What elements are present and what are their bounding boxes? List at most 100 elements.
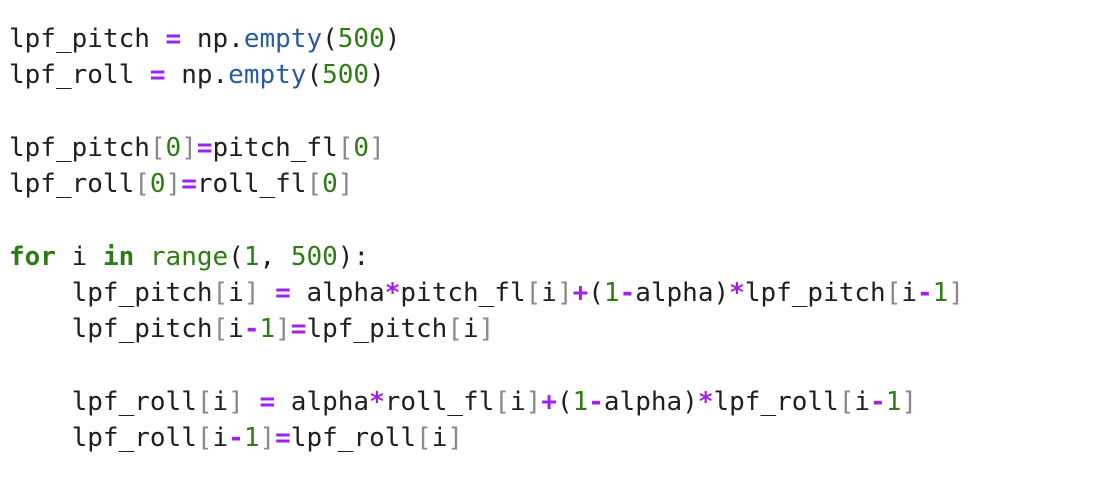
number-literal: 500	[290, 241, 338, 272]
bracket: ]	[337, 169, 354, 200]
operator: =	[181, 169, 197, 200]
operator: -	[228, 423, 244, 454]
identifier: alpha	[635, 278, 714, 309]
punctuation: (	[588, 278, 604, 309]
number-literal: 1	[932, 278, 949, 309]
operator: =	[259, 386, 276, 417]
number-literal: 500	[322, 60, 370, 91]
bracket: [	[525, 278, 542, 309]
operator: -	[243, 314, 260, 345]
identifier: alpha	[290, 386, 370, 417]
operator: -	[619, 278, 636, 309]
code-line: for i in range(1, 500):	[9, 239, 1089, 275]
identifier: lpf_pitch	[71, 278, 213, 309]
code-line: lpf_pitch[0]=pitch_fl[0]	[9, 130, 1089, 166]
punctuation: )	[682, 386, 698, 417]
bracket: [	[134, 169, 150, 200]
number-literal: 0	[149, 169, 166, 200]
identifier: i	[541, 278, 557, 309]
identifier: roll_fl	[196, 169, 307, 200]
punctuation: (	[228, 241, 244, 272]
punctuation: (	[556, 386, 573, 417]
number-literal: 1	[885, 386, 902, 417]
identifier: alpha	[306, 278, 385, 309]
operator: *	[729, 278, 745, 309]
operator: -	[917, 278, 933, 309]
punctuation: ,	[259, 241, 276, 272]
bracket: [	[447, 314, 463, 345]
bracket: [	[196, 386, 213, 417]
identifier: roll_fl	[384, 386, 495, 417]
operator: =	[275, 278, 291, 309]
bracket: [	[838, 386, 855, 417]
bracket: ]	[275, 314, 291, 345]
bracket: ]	[556, 278, 573, 309]
identifier: np	[181, 60, 213, 91]
number-literal: 1	[243, 423, 260, 454]
method-name: empty	[228, 60, 307, 91]
bracket: ]	[165, 169, 182, 200]
identifier: lpf_pitch	[9, 24, 150, 54]
punctuation: .	[228, 24, 244, 54]
identifier: lpf_pitch	[306, 314, 448, 345]
number-literal: 1	[572, 386, 589, 417]
bracket: ]	[181, 132, 197, 163]
number-literal: 0	[353, 132, 370, 163]
operator: *	[384, 278, 401, 309]
identifier: lpf_roll	[71, 386, 197, 417]
punctuation: )	[369, 60, 385, 91]
identifier: lpf_roll	[290, 423, 417, 454]
operator: -	[870, 386, 886, 417]
identifier: i	[901, 278, 918, 309]
number-literal: 0	[322, 169, 338, 200]
bracket: [	[149, 132, 166, 163]
code-editor[interactable]: lpf_pitch = np.empty(500) lpf_roll = np.e…	[9, 21, 1089, 457]
bracket: ]	[525, 386, 542, 417]
bracket: ]	[369, 132, 385, 163]
punctuation: (	[322, 24, 338, 54]
bracket: [	[196, 423, 213, 454]
bracket: [	[306, 169, 323, 200]
operator: *	[369, 386, 385, 417]
code-line: lpf_pitch = np.empty(500)	[9, 21, 1089, 57]
operator: +	[541, 386, 557, 417]
bracket: ]	[259, 423, 276, 454]
method-name: empty	[243, 24, 323, 54]
identifier: np	[196, 24, 229, 54]
punctuation: )	[384, 24, 401, 54]
identifier: i	[228, 314, 244, 345]
builtin-function: range	[149, 241, 229, 272]
identifier: pitch_fl	[400, 278, 526, 309]
keyword: in	[102, 241, 135, 272]
identifier: alpha	[603, 386, 683, 417]
identifier: pitch_fl	[212, 132, 338, 163]
operator: +	[572, 278, 589, 309]
bracket: ]	[478, 314, 495, 345]
code-line: lpf_roll[i] = alpha*roll_fl[i]+(1-alpha)…	[9, 384, 1089, 420]
operator: =	[290, 314, 307, 345]
bracket: [	[885, 278, 902, 309]
identifier: i	[71, 241, 88, 272]
punctuation: (	[306, 60, 323, 91]
code-line: lpf_roll[0]=roll_fl[0]	[9, 166, 1089, 202]
bracket: [	[337, 132, 354, 163]
bracket: ]	[447, 423, 463, 454]
identifier: i	[431, 423, 448, 454]
punctuation: .	[212, 60, 229, 91]
number-literal: 1	[243, 241, 260, 272]
identifier: i	[228, 278, 244, 309]
number-literal: 1	[603, 278, 620, 309]
